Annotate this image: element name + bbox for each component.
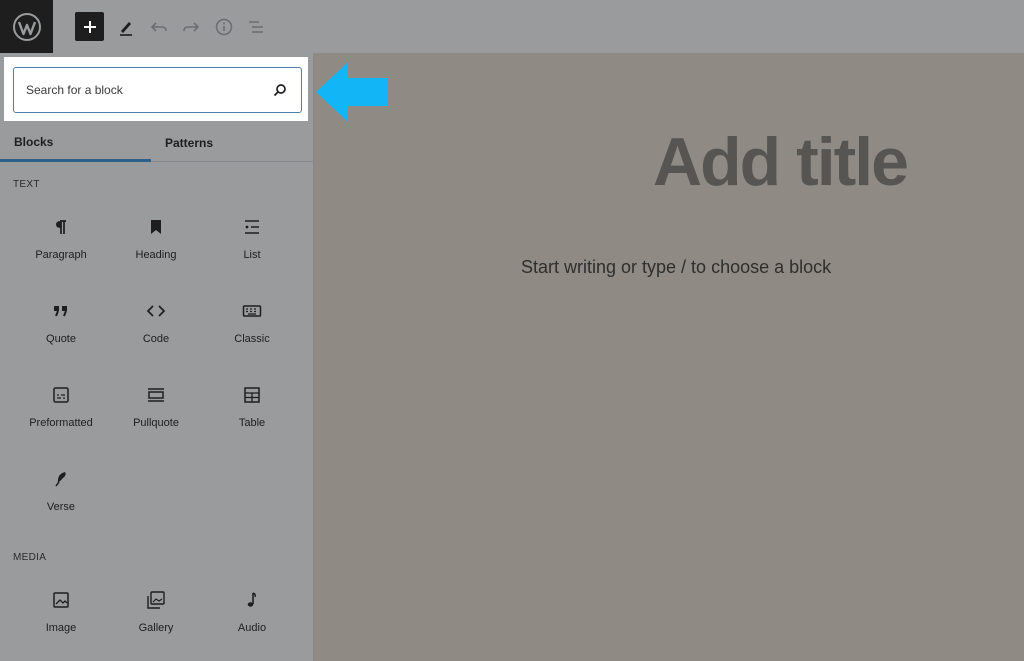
block-label: Heading [135,249,177,261]
block-gallery[interactable]: Gallery [108,590,204,660]
plus-icon [83,20,96,33]
add-block-button[interactable] [75,12,104,41]
block-label: Quote [46,333,76,345]
block-verse[interactable]: Verse [13,469,109,539]
block-appender-placeholder[interactable]: Start writing or type / to choose a bloc… [521,257,831,278]
block-pullquote[interactable]: Pullquote [108,385,204,455]
preformatted-icon [53,387,69,403]
keyboard-icon [242,305,262,317]
feather-icon [55,472,66,487]
section-label-text: TEXT [13,179,40,190]
list-view-icon [249,21,263,33]
block-label: Verse [46,501,76,513]
music-note-icon [247,592,256,607]
block-classic[interactable]: Classic [204,301,300,371]
tab-patterns[interactable]: Patterns [151,124,227,162]
search-icon[interactable] [271,81,289,99]
block-image[interactable]: Image [13,590,109,660]
pencil-icon [120,22,132,36]
post-title-placeholder[interactable]: Add title [653,123,909,201]
block-label: Code [142,333,170,345]
tab-blocks[interactable]: Blocks [0,124,151,162]
inserter-tabs: Blocks Patterns [0,124,314,162]
pullquote-icon [148,388,164,402]
paragraph-icon [56,220,66,234]
bookmark-icon [151,220,161,234]
wordpress-logo-icon[interactable] [0,0,53,53]
block-inserter-panel: Blocks Patterns TEXT Paragraph Heading L… [0,53,314,661]
tools-button[interactable] [111,12,141,42]
block-label: Paragraph [35,249,87,261]
block-heading[interactable]: Heading [108,217,204,287]
image-icon [53,592,69,608]
undo-button[interactable] [144,12,174,42]
block-table[interactable]: Table [204,385,300,455]
block-label: List [243,249,261,261]
block-label: Preformatted [29,417,93,429]
search-input[interactable] [26,68,266,111]
block-list[interactable]: List [204,217,300,287]
gallery-icon [147,591,165,609]
code-icon [146,305,166,317]
block-code[interactable]: Code [108,301,204,371]
section-label-media: MEDIA [13,552,47,563]
list-view-button[interactable] [241,12,271,42]
block-quote[interactable]: Quote [13,301,109,371]
redo-icon [183,22,200,32]
search-box [13,67,302,113]
list-icon [245,220,259,234]
block-label: Gallery [138,622,174,634]
undo-icon [150,22,167,32]
block-label: Image [45,622,77,634]
table-icon [244,387,260,403]
block-paragraph[interactable]: Paragraph [13,217,109,287]
info-icon [215,18,233,36]
editor-canvas: Add title Start writing or type / to cho… [315,53,1024,661]
top-toolbar [0,0,1024,53]
block-label: Classic [234,333,270,345]
quote-icon [54,306,67,317]
details-button[interactable] [209,12,239,42]
block-preformatted[interactable]: Preformatted [13,385,109,455]
block-label: Table [238,417,266,429]
arrow-left-icon [316,62,388,122]
block-label: Audio [237,622,267,634]
block-audio[interactable]: Audio [204,590,300,660]
block-label: Pullquote [133,417,179,429]
search-highlight [4,57,308,121]
redo-button[interactable] [176,12,206,42]
